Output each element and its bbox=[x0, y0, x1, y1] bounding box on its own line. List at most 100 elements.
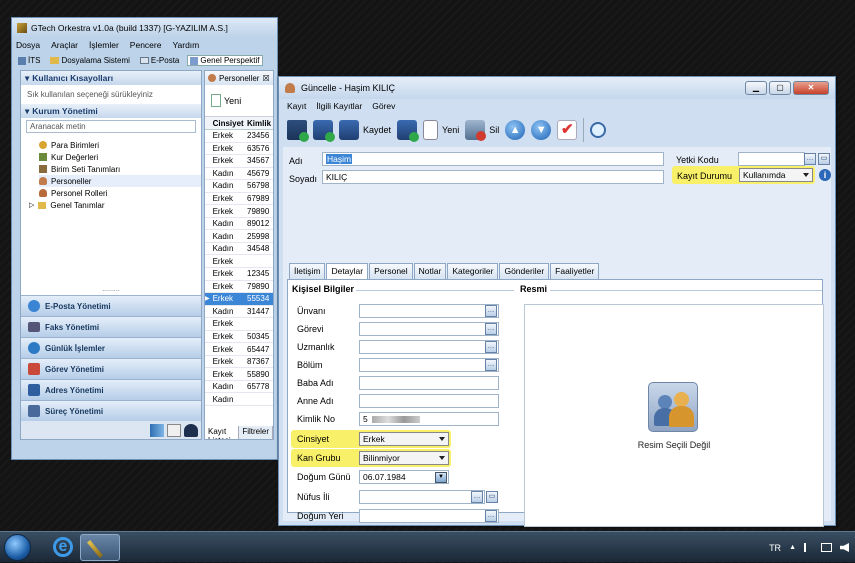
tab-personel[interactable]: Personel bbox=[369, 263, 413, 279]
bolum-lookup-button[interactable]: … bbox=[485, 359, 497, 371]
tree-item-birim-seti[interactable]: Birim Seti Tanımları bbox=[39, 163, 201, 175]
flag-icon[interactable] bbox=[804, 543, 813, 552]
unvani-input[interactable] bbox=[359, 304, 499, 318]
menu-ilgili-kayitlar[interactable]: İlgili Kayıtlar bbox=[316, 101, 362, 111]
cinsiyet-select[interactable]: Erkek bbox=[359, 432, 449, 446]
soyadi-input[interactable]: KILIÇ bbox=[322, 170, 664, 184]
dogum-yeri-input[interactable] bbox=[359, 509, 499, 523]
new-record-button[interactable]: Yeni bbox=[211, 94, 241, 107]
table-row[interactable]: Erkek 79890 bbox=[205, 205, 273, 218]
language-indicator[interactable]: TR bbox=[769, 543, 781, 553]
approve-button[interactable]: ✔ bbox=[557, 117, 578, 143]
tree-item-personel-rolleri[interactable]: Personel Rolleri bbox=[39, 187, 201, 199]
splitter-grip[interactable]: ......... bbox=[21, 286, 201, 295]
minimize-button[interactable]: ▁ bbox=[745, 81, 767, 95]
table-row[interactable]: Kadın 31447 bbox=[205, 306, 273, 319]
table-row[interactable]: Erkek 87367 bbox=[205, 356, 273, 369]
yetki-kodu-input[interactable] bbox=[738, 152, 805, 166]
calendar-dropdown-icon[interactable]: ▼ bbox=[435, 471, 447, 483]
corp-header[interactable]: ▾ Kurum Yönetimi bbox=[21, 104, 201, 118]
table-row[interactable]: Kadın 89012 bbox=[205, 218, 273, 231]
kimlik-no-input[interactable]: 5 bbox=[359, 412, 499, 426]
expand-icon[interactable]: ▷ bbox=[29, 201, 34, 209]
table-row[interactable]: Erkek 34567 bbox=[205, 155, 273, 168]
yetki-lookup-button[interactable]: … bbox=[804, 153, 816, 165]
table-row[interactable]: Erkek 55890 bbox=[205, 368, 273, 381]
tab-notlar[interactable]: Notlar bbox=[413, 263, 447, 279]
its-button[interactable]: İTS bbox=[16, 56, 42, 65]
bolum-input[interactable] bbox=[359, 358, 499, 372]
search-button[interactable] bbox=[590, 117, 607, 143]
internet-explorer-taskbar-button[interactable]: e bbox=[44, 534, 84, 561]
dogum-yeri-lookup-button[interactable]: … bbox=[485, 510, 497, 522]
col-kimlik[interactable]: Kimlik bbox=[245, 119, 273, 128]
surec-yonetimi-button[interactable]: Süreç Yönetimi bbox=[21, 400, 201, 421]
tab-personeller[interactable]: Personeller ☒ bbox=[205, 71, 273, 85]
save-and-new-button[interactable] bbox=[397, 117, 420, 143]
dogum-gunu-datepicker[interactable]: 06.07.1984 ▼ bbox=[359, 470, 449, 484]
table-row[interactable]: ▶ Erkek 55534 bbox=[205, 293, 273, 306]
nav-search-input[interactable]: Aranacak metin bbox=[26, 120, 196, 133]
table-row[interactable]: Erkek 79890 bbox=[205, 281, 273, 294]
yetki-clear-button[interactable]: ▭ bbox=[818, 153, 830, 165]
eposta-button[interactable]: E-Posta bbox=[138, 56, 181, 65]
uzmanlik-input[interactable] bbox=[359, 340, 499, 354]
table-row[interactable]: Erkek bbox=[205, 318, 273, 331]
shortcuts-header[interactable]: ▾ Kullanıcı Kısayolları bbox=[21, 71, 201, 85]
nufus-ili-clear-button[interactable]: ▭ bbox=[486, 491, 498, 503]
table-row[interactable]: Erkek 67989 bbox=[205, 193, 273, 206]
save-button[interactable]: Kaydet bbox=[339, 117, 391, 143]
tab-faaliyetler[interactable]: Faaliyetler bbox=[550, 263, 600, 279]
anne-adi-input[interactable] bbox=[359, 394, 499, 408]
unvani-lookup-button[interactable]: … bbox=[485, 305, 497, 317]
tab-iletisim[interactable]: İletişim bbox=[289, 263, 326, 279]
genel-perspektif-button[interactable]: Genel Perspektif bbox=[187, 55, 263, 66]
dosyalama-button[interactable]: Dosyalama Sistemi bbox=[48, 56, 131, 65]
table-row[interactable]: Erkek bbox=[205, 255, 273, 269]
menu-dosya[interactable]: Dosya bbox=[16, 40, 40, 50]
maximize-button[interactable]: ▢ bbox=[769, 81, 791, 95]
tree-item-personeller[interactable]: Personeller bbox=[39, 175, 201, 187]
menu-islemler[interactable]: İşlemler bbox=[89, 40, 119, 50]
menu-gorev[interactable]: Görev bbox=[372, 101, 395, 111]
table-row[interactable]: Erkek 12345 bbox=[205, 268, 273, 281]
adres-yonetimi-button[interactable]: Adres Yönetimi bbox=[21, 379, 201, 400]
table-row[interactable]: Kadın 56798 bbox=[205, 180, 273, 193]
info-icon[interactable]: i bbox=[819, 169, 831, 181]
faks-yonetimi-button[interactable]: Faks Yönetimi bbox=[21, 316, 201, 337]
move-up-button[interactable]: ▲ bbox=[505, 117, 526, 143]
table-row[interactable]: Erkek 65447 bbox=[205, 343, 273, 356]
table-row[interactable]: Kadın 34548 bbox=[205, 243, 273, 256]
save-new-button[interactable] bbox=[313, 117, 335, 143]
close-icon[interactable]: ☒ bbox=[262, 74, 269, 83]
note-icon[interactable] bbox=[167, 423, 181, 437]
new-record-button[interactable] bbox=[287, 117, 309, 143]
new-button[interactable]: Yeni bbox=[423, 117, 459, 143]
tab-gonderiler[interactable]: Gönderiler bbox=[499, 263, 550, 279]
menu-kayit[interactable]: Kayıt bbox=[287, 101, 306, 111]
table-row[interactable]: Kadın 65778 bbox=[205, 381, 273, 394]
tree-item-para-birimleri[interactable]: Para Birimleri bbox=[39, 139, 201, 151]
gorevi-input[interactable] bbox=[359, 322, 499, 336]
eposta-yonetimi-button[interactable]: E-Posta Yönetimi bbox=[21, 295, 201, 316]
orkestra-taskbar-button[interactable] bbox=[80, 534, 120, 561]
menu-pencere[interactable]: Pencere bbox=[130, 40, 162, 50]
network-icon[interactable] bbox=[821, 543, 832, 552]
delete-button[interactable]: Sil bbox=[465, 117, 499, 143]
table-row[interactable]: Kadın bbox=[205, 393, 273, 407]
gunluk-islemler-button[interactable]: Günlük İşlemler bbox=[21, 337, 201, 358]
gorevi-lookup-button[interactable]: … bbox=[485, 323, 497, 335]
gorev-yonetimi-button[interactable]: Görev Yönetimi bbox=[21, 358, 201, 379]
move-down-button[interactable]: ▼ bbox=[531, 117, 552, 143]
menu-yardim[interactable]: Yardım bbox=[172, 40, 199, 50]
volume-icon[interactable] bbox=[840, 543, 849, 552]
close-button[interactable]: ✕ bbox=[793, 81, 829, 95]
nufus-ili-input[interactable] bbox=[359, 490, 485, 504]
books-icon[interactable] bbox=[150, 423, 164, 437]
photo-area[interactable]: Resim Seçili Değil bbox=[524, 304, 824, 527]
user-icon[interactable] bbox=[184, 423, 198, 437]
tree-item-genel-tanimlar[interactable]: ▷ Genel Tanımlar bbox=[29, 199, 201, 211]
table-row[interactable]: Erkek 63576 bbox=[205, 143, 273, 156]
tab-filtreler[interactable]: Filtreler bbox=[239, 426, 273, 439]
start-button[interactable] bbox=[4, 534, 31, 561]
